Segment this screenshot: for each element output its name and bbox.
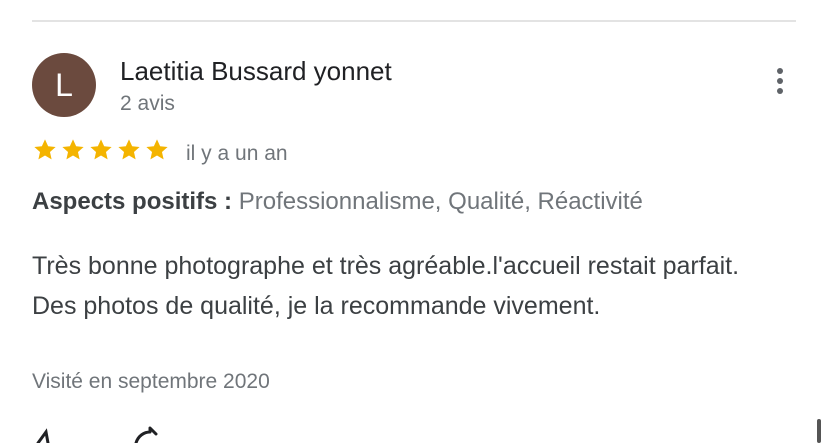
- scrollbar[interactable]: [817, 419, 821, 443]
- star-icon: [116, 137, 142, 169]
- top-divider: [32, 20, 796, 22]
- star-icon: [32, 137, 58, 169]
- review-text: Très bonne photographe et très agréable.…: [32, 252, 740, 320]
- visit-date: Visité en septembre 2020: [32, 370, 270, 393]
- star-icon: [88, 137, 114, 169]
- aspects-label: Aspects positifs :: [32, 188, 233, 215]
- review-date: il y a un an: [186, 142, 288, 165]
- more-vert-icon-dot: [777, 78, 783, 84]
- avatar-initial: L: [55, 67, 73, 103]
- reviewer-name[interactable]: Laetitia Bussard yonnet: [120, 56, 392, 87]
- share-icon[interactable]: [134, 426, 158, 445]
- star-icon: [60, 137, 86, 169]
- star-icon: [144, 137, 170, 169]
- more-vert-icon: [777, 68, 783, 74]
- avatar[interactable]: L: [32, 53, 96, 117]
- review-count[interactable]: 2 avis: [120, 92, 175, 116]
- star-rating: [32, 137, 170, 169]
- thumb-up-icon[interactable]: [36, 428, 50, 445]
- more-options-button[interactable]: [764, 64, 796, 98]
- more-vert-icon-dot: [777, 88, 783, 94]
- aspects-positive: Aspects positifs : Professionnalisme, Qu…: [32, 188, 643, 216]
- aspects-values: Professionnalisme, Qualité, Réactivité: [238, 188, 643, 215]
- review-actions: [32, 426, 172, 445]
